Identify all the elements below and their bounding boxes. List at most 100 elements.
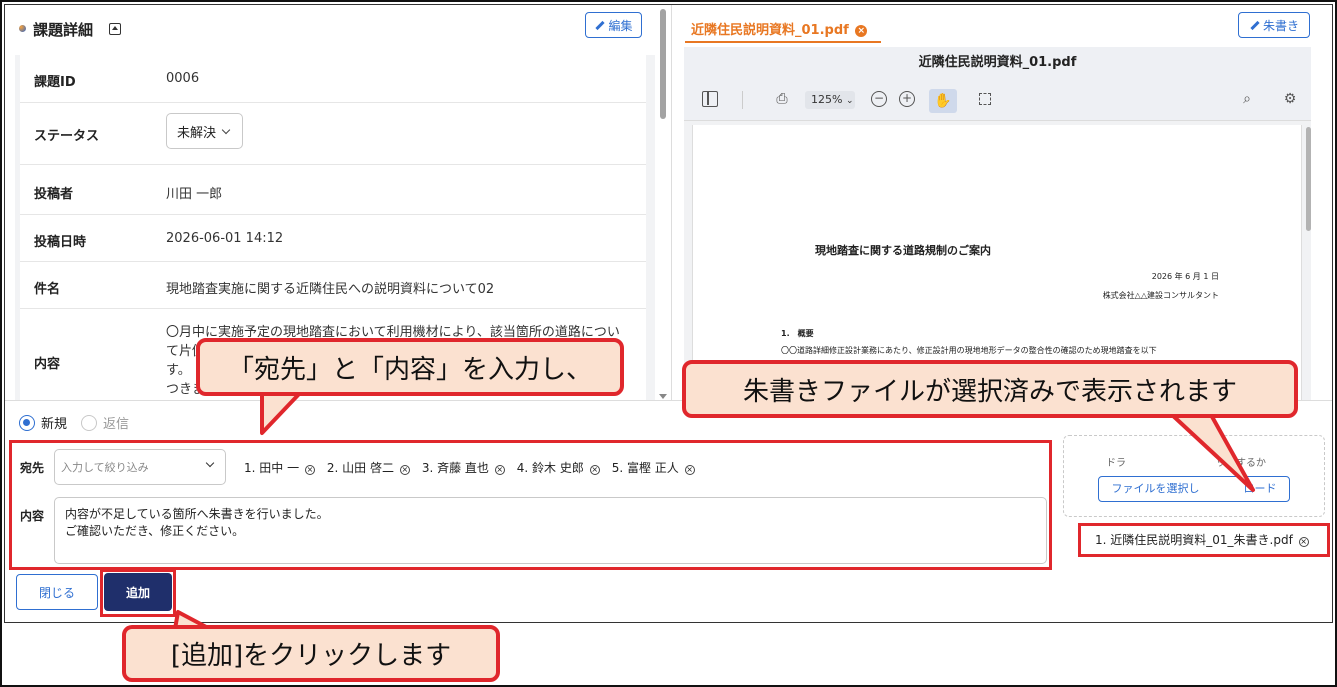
edit-button[interactable]: 編集 bbox=[585, 12, 642, 38]
callout-click-text: [追加]をクリックします bbox=[170, 641, 452, 671]
message-textarea[interactable]: 内容が不足している箇所へ朱書きを行いました。 ご確認いただき、修正ください。 bbox=[54, 497, 1047, 564]
value-posted-at: 2026-06-01 14:12 bbox=[166, 231, 284, 246]
callout-click-instruction: [追加]をクリックします bbox=[122, 625, 500, 682]
label-issue-id: 課題ID bbox=[34, 75, 76, 90]
remove-recipient-icon[interactable]: × bbox=[399, 465, 410, 475]
edit-button-label: 編集 bbox=[608, 18, 633, 33]
remove-recipient-icon[interactable]: × bbox=[684, 465, 695, 475]
toolbar-separator bbox=[742, 91, 743, 109]
recipient-chip: 3. 斉藤 直也 × bbox=[422, 459, 505, 476]
callout-input-text: 「宛先」と「内容」を入力し、 bbox=[227, 354, 592, 385]
remove-recipient-icon[interactable]: × bbox=[589, 465, 600, 475]
remove-recipient-icon[interactable]: × bbox=[494, 465, 505, 475]
status-select-value: 未解決 bbox=[177, 125, 217, 141]
gear-icon[interactable]: ⚙ bbox=[1282, 91, 1298, 107]
zoom-in-icon[interactable]: + bbox=[899, 91, 915, 107]
remove-file-icon[interactable]: × bbox=[1298, 537, 1309, 547]
choose-file-button[interactable]: ファイルを選択し ロード bbox=[1098, 476, 1290, 502]
message-line: 内容が不足している箇所へ朱書きを行いました。 bbox=[65, 507, 329, 521]
label-author: 投稿者 bbox=[34, 187, 74, 202]
label-subject: 件名 bbox=[34, 282, 61, 297]
radio-new-label: 新規 bbox=[41, 417, 68, 432]
recipient-name: 5. 富樫 正人 bbox=[611, 461, 679, 475]
tab-pdf-file-label: 近隣住民説明資料_01.pdf bbox=[691, 23, 849, 38]
recipient-filter-placeholder: 入力して絞り込み bbox=[61, 461, 149, 474]
to-label: 宛先 bbox=[20, 461, 45, 475]
recipient-filter-input[interactable]: 入力して絞り込み bbox=[54, 449, 226, 485]
attached-file-name: 1. 近隣住民説明資料_01_朱書き.pdf bbox=[1095, 533, 1293, 547]
recipient-name: 1. 田中 一 bbox=[244, 461, 300, 475]
page-title: 課題詳細 bbox=[33, 21, 94, 39]
issue-detail-header: 課題詳細 bbox=[9, 9, 649, 49]
radio-new[interactable] bbox=[19, 414, 35, 431]
add-button[interactable]: 追加 bbox=[104, 573, 172, 611]
selection-tool-icon[interactable] bbox=[979, 93, 991, 105]
collapse-icon[interactable] bbox=[109, 23, 121, 35]
status-select[interactable]: 未解決 bbox=[166, 113, 243, 149]
pencil-icon bbox=[1249, 20, 1259, 30]
scrollbar-thumb[interactable] bbox=[660, 9, 666, 119]
drop-zone-text: ドラ ップするか bbox=[1106, 458, 1266, 469]
close-tab-icon[interactable]: × bbox=[855, 25, 868, 37]
chevron-down-icon bbox=[221, 125, 231, 134]
pencil-icon bbox=[594, 20, 604, 30]
redline-button[interactable]: 朱書き bbox=[1238, 12, 1310, 38]
pdf-scrollbar-thumb[interactable] bbox=[1306, 127, 1311, 231]
zoom-out-icon[interactable]: − bbox=[871, 91, 887, 107]
zoom-value: 125% bbox=[811, 93, 843, 106]
recipient-name: 3. 斉藤 直也 bbox=[421, 461, 489, 475]
search-icon[interactable]: ⌕ bbox=[1239, 91, 1255, 107]
comment-form-highlight: 宛先 入力して絞り込み 1. 田中 一 × 2. 山田 啓二 × 3. 斉藤 直… bbox=[9, 440, 1052, 570]
remove-recipient-icon[interactable]: × bbox=[304, 465, 315, 475]
row-posted-at: 投稿日時 2026-06-01 14:12 bbox=[20, 215, 646, 262]
sidebar-toggle-icon[interactable] bbox=[702, 91, 718, 107]
value-subject: 現地踏査実施に関する近隣住民への説明資料について02 bbox=[166, 282, 495, 297]
recipient-chip: 1. 田中 一 × bbox=[244, 459, 315, 476]
tab-pdf-file[interactable]: 近隣住民説明資料_01.pdf × bbox=[685, 15, 881, 43]
left-scrollbar[interactable] bbox=[659, 9, 667, 399]
pdf-section-heading: 1. 概要 bbox=[781, 329, 814, 338]
pdf-company: 株式会社△△建設コンサルタント bbox=[1102, 291, 1219, 300]
value-author: 川田 一郎 bbox=[166, 187, 223, 202]
recipient-name: 2. 山田 啓二 bbox=[326, 461, 395, 475]
callout-input-instruction: 「宛先」と「内容」を入力し、 bbox=[196, 338, 624, 396]
page-settings-icon[interactable]: ⎙ bbox=[774, 91, 790, 107]
value-issue-id: 0006 bbox=[166, 71, 200, 86]
attached-file-highlight: 1. 近隣住民説明資料_01_朱書き.pdf × bbox=[1078, 523, 1330, 557]
panel-divider bbox=[671, 5, 672, 400]
pdf-page: 現地踏査に関する道路規制のご案内 2026 年 6 月 1 日 株式会社△△建設… bbox=[692, 125, 1302, 400]
callout-file-text: 朱書きファイルが選択済みで表示されます bbox=[742, 376, 1237, 407]
callout-file-instruction: 朱書きファイルが選択済みで表示されます bbox=[682, 360, 1298, 418]
row-author: 投稿者 川田 一郎 bbox=[20, 165, 646, 215]
close-button[interactable]: 閉じる bbox=[16, 574, 98, 610]
mode-radio-group: 新規 返信 bbox=[19, 413, 129, 432]
zoom-select[interactable]: 125% ⌄ bbox=[805, 91, 855, 109]
pdf-heading: 現地踏査に関する道路規制のご案内 bbox=[815, 244, 991, 257]
label-content: 内容 bbox=[34, 357, 61, 372]
recipient-chip: 5. 富樫 正人 × bbox=[612, 459, 695, 476]
hand-tool-icon[interactable]: ✋ bbox=[929, 89, 957, 113]
pdf-date: 2026 年 6 月 1 日 bbox=[1151, 272, 1219, 281]
scroll-down-arrow-icon[interactable] bbox=[659, 394, 667, 399]
radio-reply-label: 返信 bbox=[103, 417, 130, 432]
pdf-viewer-title: 近隣住民説明資料_01.pdf bbox=[684, 47, 1311, 79]
message-line: ご確認いただき、修正ください。 bbox=[65, 524, 245, 538]
recipient-name: 4. 鈴木 史郎 bbox=[516, 461, 584, 475]
row-subject: 件名 現地踏査実施に関する近隣住民への説明資料について02 bbox=[20, 262, 646, 309]
app-window: 課題詳細 編集 課題ID 0006 ステータス 未解決 投稿者 川田 一郎 投稿… bbox=[4, 4, 1333, 623]
chevron-down-icon bbox=[205, 458, 215, 468]
pdf-toolbar: ⎙ 125% ⌄ − + ✋ ⌕ ⚙ bbox=[684, 79, 1311, 121]
recipient-list: 1. 田中 一 × 2. 山田 啓二 × 3. 斉藤 直也 × 4. 鈴木 史郎… bbox=[244, 459, 695, 476]
recipient-chip: 4. 鈴木 史郎 × bbox=[517, 459, 600, 476]
row-issue-id: 課題ID 0006 bbox=[20, 55, 646, 103]
label-status: ステータス bbox=[34, 129, 100, 144]
label-posted-at: 投稿日時 bbox=[34, 235, 87, 250]
file-drop-zone[interactable]: ドラ ップするか ファイルを選択し ロード bbox=[1063, 435, 1325, 517]
pdf-body-text: 〇〇道路詳細修正設計業務にあたり、修正設計用の現地地形データの整合性の確認のため… bbox=[781, 346, 1157, 355]
recipient-chip: 2. 山田 啓二 × bbox=[327, 459, 410, 476]
row-status: ステータス 未解決 bbox=[20, 103, 646, 165]
content-label: 内容 bbox=[20, 509, 45, 523]
radio-reply[interactable] bbox=[81, 414, 98, 431]
redline-button-label: 朱書き bbox=[1262, 18, 1299, 33]
status-dot-icon bbox=[19, 25, 26, 32]
